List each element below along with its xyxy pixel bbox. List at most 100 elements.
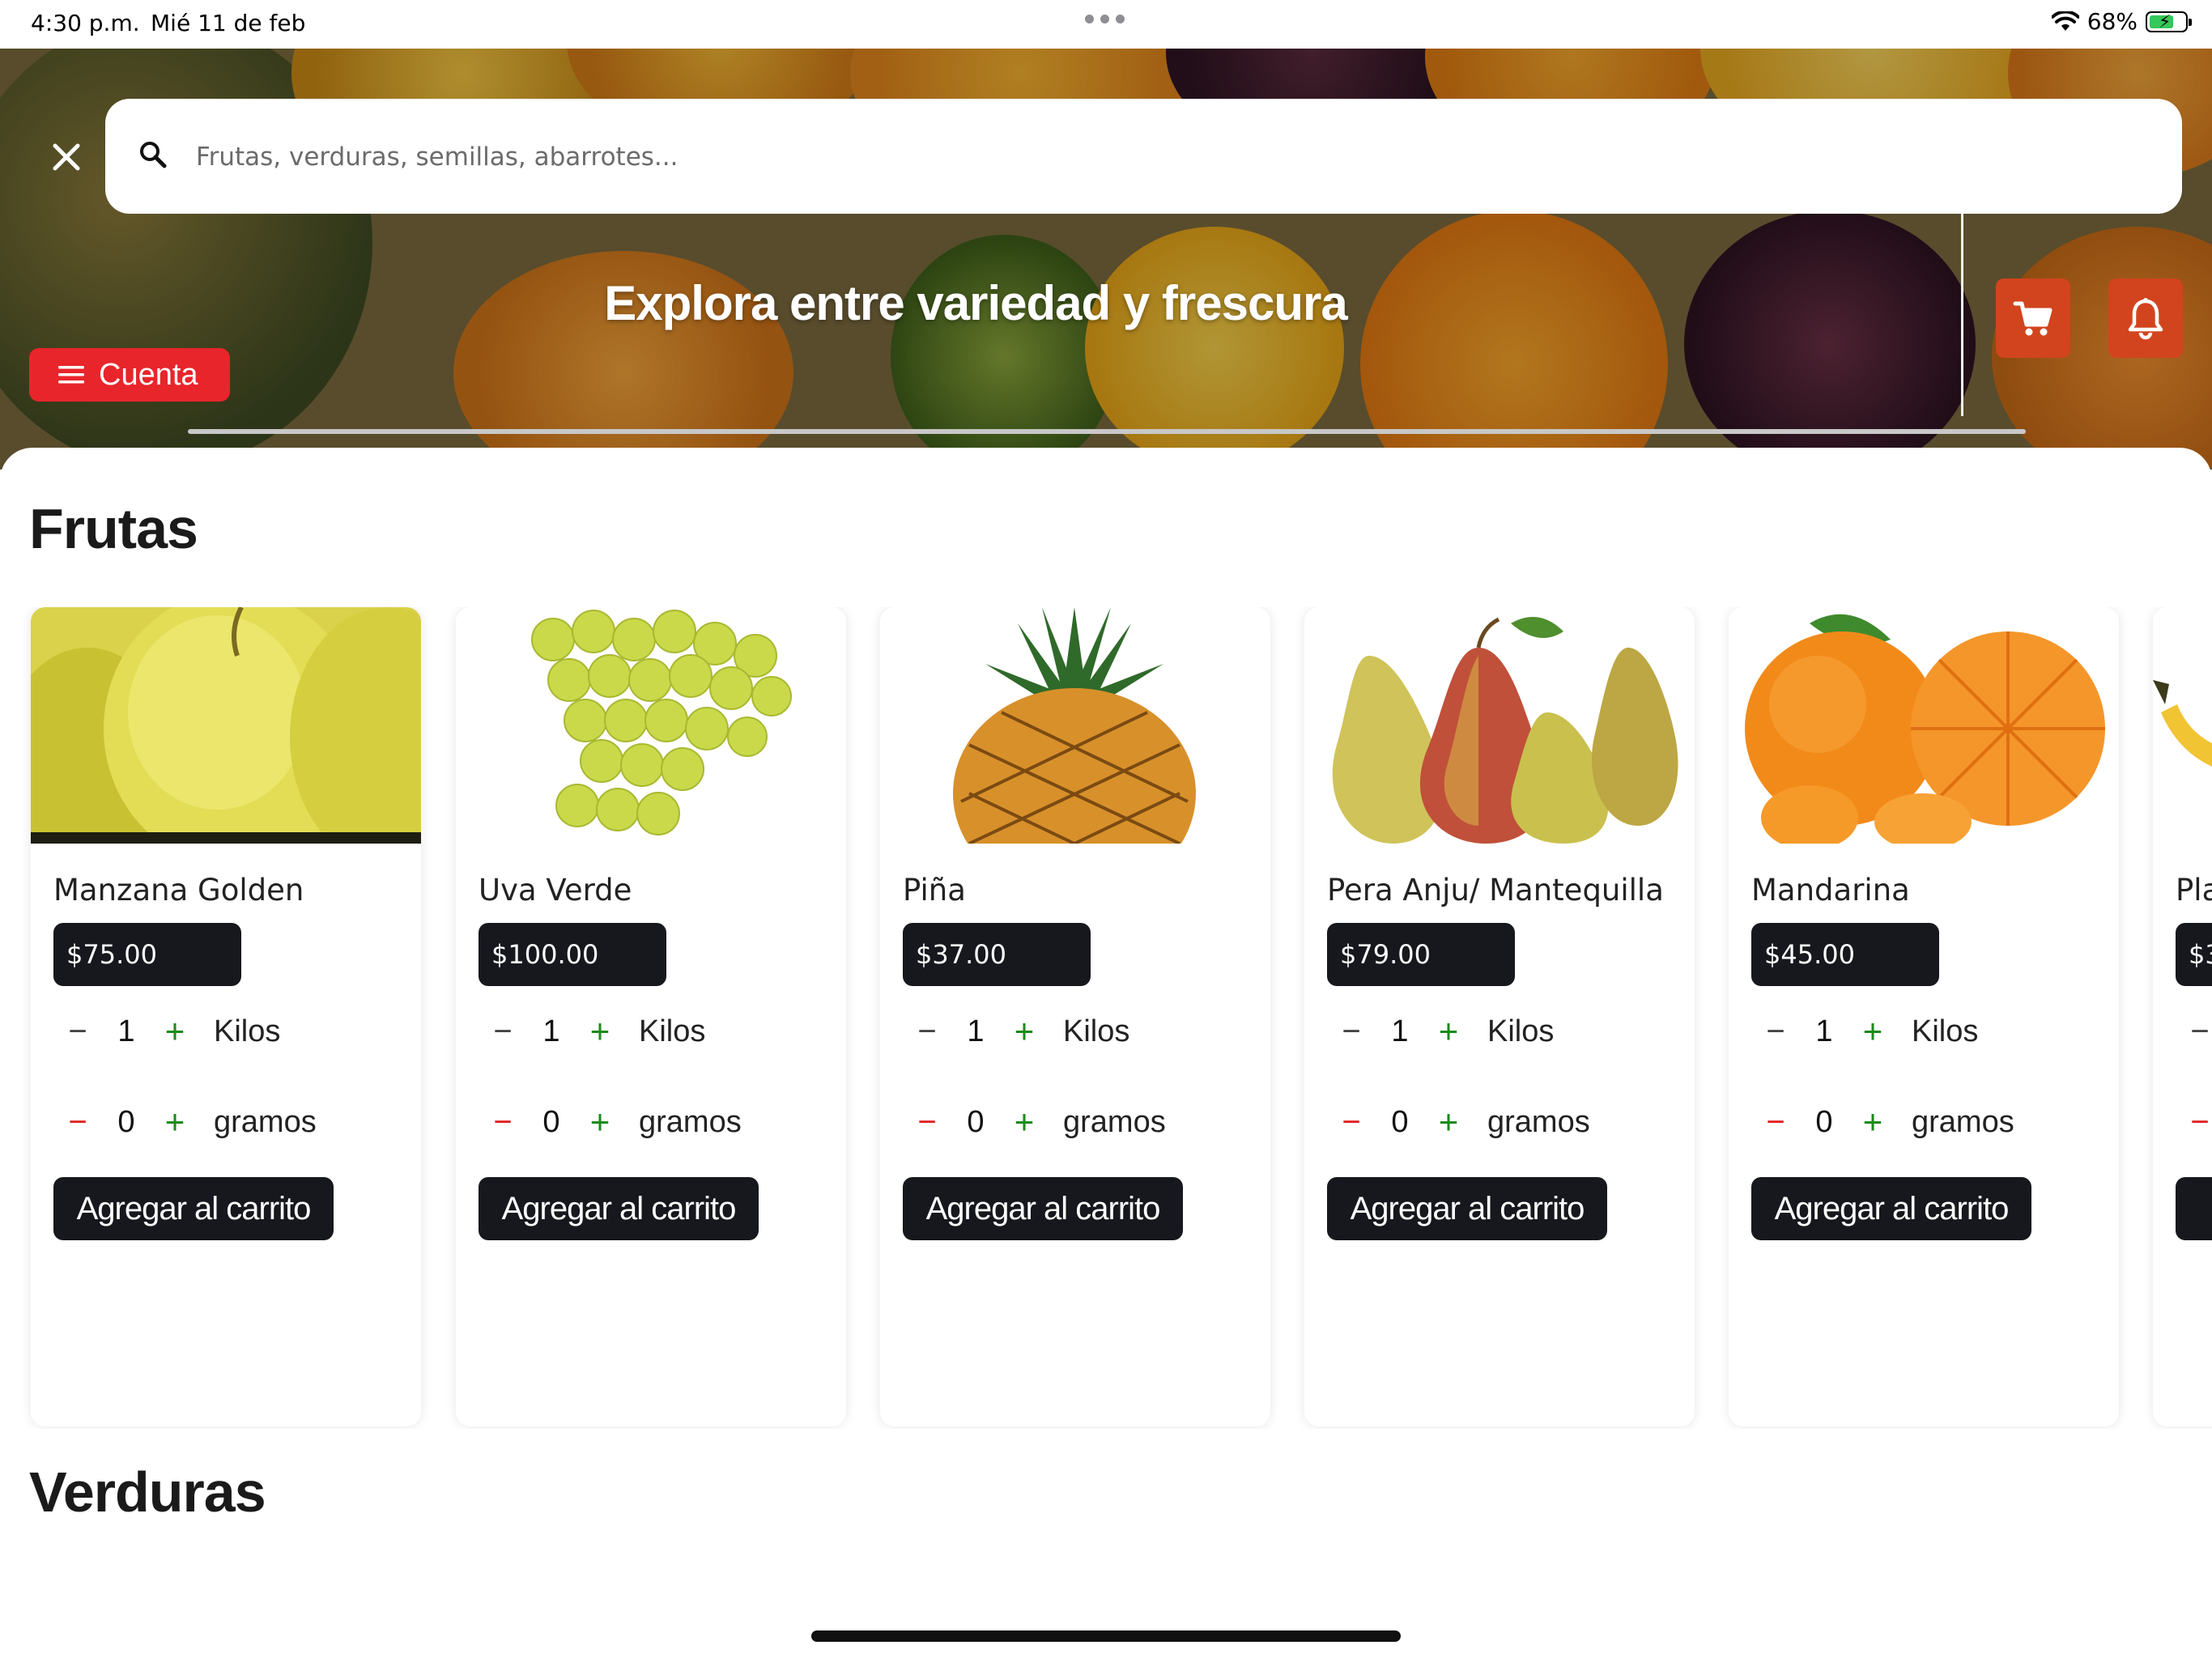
product-card[interactable]: Pla $3 − − [2153, 607, 2212, 1426]
kilos-value: 1 [1391, 1014, 1409, 1048]
section-title-frutas: Frutas [29, 497, 198, 560]
cart-button[interactable] [1996, 278, 2070, 358]
multitasking-dots-icon[interactable] [1085, 15, 1125, 23]
gramos-value: 0 [967, 1104, 985, 1139]
gramos-decrement-button[interactable]: − [479, 1104, 527, 1141]
gramos-stepper: − 0 + gramos [1751, 1098, 2014, 1146]
gramos-increment-button[interactable]: + [151, 1103, 199, 1141]
gramos-stepper: − 0 + gramos [53, 1098, 317, 1146]
product-name: Uva Verde [479, 873, 632, 908]
search-input[interactable] [194, 128, 2141, 186]
gramos-unit-label: gramos [639, 1104, 742, 1139]
gramos-stepper: − [2176, 1098, 2212, 1146]
add-to-cart-button[interactable] [2176, 1177, 2212, 1240]
gramos-decrement-button[interactable]: − [903, 1104, 951, 1141]
close-icon[interactable] [47, 138, 86, 176]
pears-image [1304, 607, 1695, 844]
section-title-verduras: Verduras [29, 1460, 266, 1524]
gramos-increment-button[interactable]: + [576, 1103, 624, 1141]
banner-scroll-indicator [188, 429, 2026, 434]
catalog-sheet: Frutas Manzana Golden $75.00 − 1 + Kilos [0, 448, 2212, 1658]
kilos-value: 1 [967, 1014, 985, 1048]
product-price: $100.00 [479, 923, 666, 986]
kilos-increment-button[interactable]: + [1424, 1012, 1473, 1051]
notifications-button[interactable] [2108, 278, 2183, 358]
product-name: Manzana Golden [53, 873, 304, 908]
product-name: Mandarina [1751, 873, 1910, 908]
banner-title: Explora entre variedad y frescura [604, 276, 1347, 330]
gramos-value: 0 [542, 1104, 560, 1139]
kilos-decrement-button[interactable]: − [1751, 1014, 1800, 1050]
status-indicators: 68% ⚡ [2051, 8, 2192, 35]
add-to-cart-button[interactable]: Agregar al carrito [1751, 1177, 2031, 1240]
gramos-decrement-button[interactable]: − [53, 1104, 102, 1141]
kilos-stepper: − [2176, 1007, 2212, 1056]
gramos-decrement-button[interactable]: − [2176, 1104, 2212, 1141]
status-time: 4:30 p.m. [31, 10, 140, 36]
wifi-icon [2051, 11, 2079, 31]
product-card[interactable]: Manzana Golden $75.00 − 1 + Kilos − 0 + … [31, 607, 421, 1426]
battery-percent: 68% [2087, 8, 2138, 35]
kilos-stepper: − 1 + Kilos [1751, 1007, 1978, 1056]
gramos-stepper: − 0 + gramos [1327, 1098, 1590, 1146]
kilos-decrement-button[interactable]: − [2176, 1014, 2212, 1050]
kilos-decrement-button[interactable]: − [53, 1014, 102, 1050]
add-to-cart-button[interactable]: Agregar al carrito [1327, 1177, 1607, 1240]
add-to-cart-button[interactable]: Agregar al carrito [903, 1177, 1183, 1240]
kilos-increment-button[interactable]: + [1000, 1012, 1049, 1051]
kilos-value: 1 [542, 1014, 560, 1048]
kilos-value: 1 [1815, 1014, 1833, 1048]
kilos-increment-button[interactable]: + [151, 1012, 199, 1051]
bell-icon [2128, 298, 2163, 340]
product-name: Pera Anju/ Mantequilla [1327, 873, 1664, 908]
account-button[interactable]: Cuenta [29, 348, 230, 402]
kilos-decrement-button[interactable]: − [903, 1014, 951, 1050]
product-card[interactable]: Uva Verde $100.00 − 1 + Kilos − 0 + gram… [456, 607, 846, 1426]
kilos-value: 1 [117, 1014, 135, 1048]
gramos-increment-button[interactable]: + [1424, 1103, 1473, 1141]
kilos-stepper: − 1 + Kilos [53, 1007, 280, 1056]
gramos-decrement-button[interactable]: − [1751, 1104, 1800, 1141]
product-card[interactable]: Mandarina $45.00 − 1 + Kilos − 0 + gramo… [1729, 607, 2119, 1426]
kilos-decrement-button[interactable]: − [479, 1014, 527, 1050]
product-price: $79.00 [1327, 923, 1515, 986]
gramos-value: 0 [1815, 1104, 1833, 1139]
gramos-unit-label: gramos [214, 1104, 317, 1139]
banana-image [2153, 607, 2212, 844]
kilos-unit-label: Kilos [639, 1014, 706, 1048]
gramos-value: 0 [117, 1104, 135, 1139]
status-date: Mié 11 de feb [151, 10, 306, 36]
hero-banner: Explora entre variedad y frescura Cuenta [0, 49, 2212, 470]
gramos-increment-button[interactable]: + [1848, 1103, 1897, 1141]
gramos-stepper: − 0 + gramos [903, 1098, 1165, 1146]
green-grapes-image [456, 607, 846, 844]
gramos-stepper: − 0 + gramos [479, 1098, 742, 1146]
kilos-stepper: − 1 + Kilos [479, 1007, 705, 1056]
gramos-unit-label: gramos [1912, 1104, 2014, 1139]
add-to-cart-button[interactable]: Agregar al carrito [53, 1177, 334, 1240]
product-price: $45.00 [1751, 923, 1939, 986]
home-indicator[interactable] [811, 1630, 1401, 1642]
account-button-label: Cuenta [99, 357, 198, 392]
search-icon [140, 142, 167, 168]
gramos-decrement-button[interactable]: − [1327, 1104, 1376, 1141]
golden-apples-image [31, 607, 421, 844]
battery-icon: ⚡ [2146, 11, 2192, 32]
kilos-stepper: − 1 + Kilos [903, 1007, 1129, 1056]
kilos-unit-label: Kilos [1912, 1014, 1979, 1048]
mandarins-image [1729, 607, 2119, 844]
gramos-increment-button[interactable]: + [1000, 1103, 1049, 1141]
gramos-unit-label: gramos [1487, 1104, 1590, 1139]
product-card[interactable]: Pera Anju/ Mantequilla $79.00 − 1 + Kilo… [1304, 607, 1695, 1426]
product-card[interactable]: Piña $37.00 − 1 + Kilos − 0 + gramos Agr… [880, 607, 1270, 1426]
product-price: $75.00 [53, 923, 241, 986]
search-bar[interactable] [105, 99, 2182, 214]
frutas-carousel[interactable]: Manzana Golden $75.00 − 1 + Kilos − 0 + … [0, 607, 2212, 1429]
add-to-cart-button[interactable]: Agregar al carrito [479, 1177, 759, 1240]
gramos-value: 0 [1391, 1104, 1409, 1139]
kilos-decrement-button[interactable]: − [1327, 1014, 1376, 1050]
kilos-increment-button[interactable]: + [576, 1012, 624, 1051]
kilos-increment-button[interactable]: + [1848, 1012, 1897, 1051]
kilos-unit-label: Kilos [1487, 1014, 1555, 1048]
pineapple-image [880, 607, 1270, 844]
